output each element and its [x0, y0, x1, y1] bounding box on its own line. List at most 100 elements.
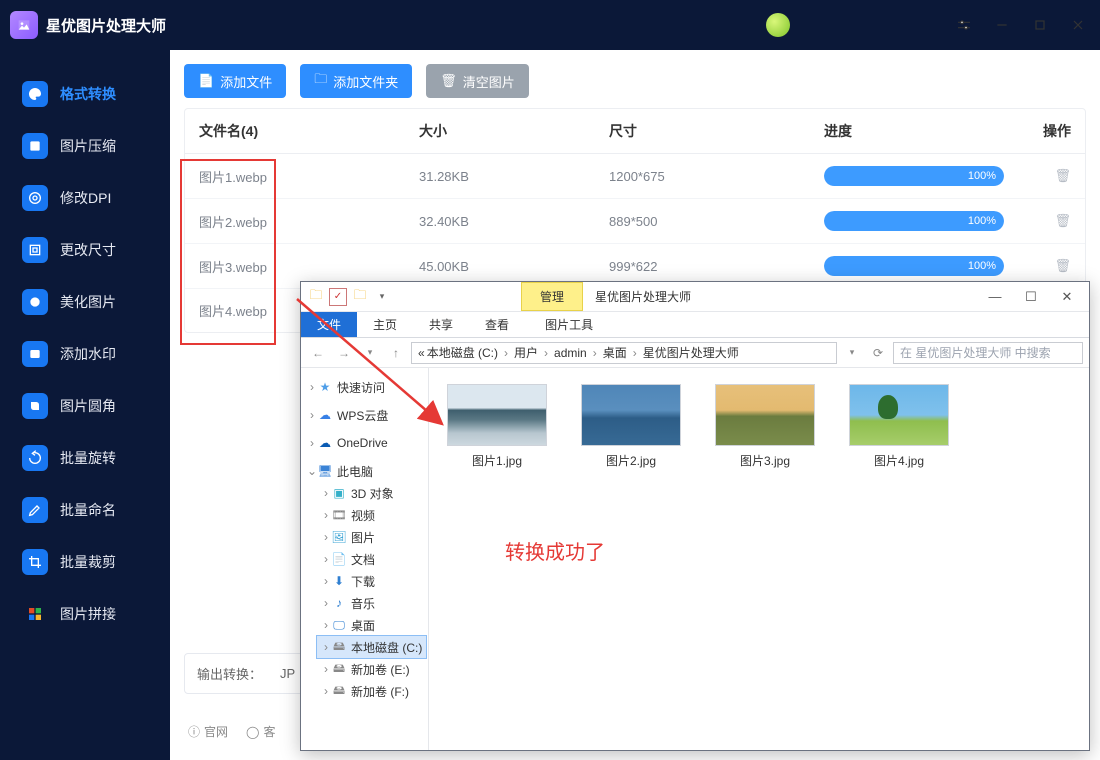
sidebar-item-stitch[interactable]: 图片拼接	[0, 588, 170, 640]
pc-icon: 🖥	[317, 464, 333, 478]
tree-item[interactable]: ›📄文档	[317, 548, 426, 570]
ribbon-tab-file[interactable]: 文件	[301, 312, 357, 337]
tree-label: 文档	[351, 551, 375, 568]
breadcrumb[interactable]: 用户	[514, 344, 538, 361]
progress-label: 100%	[824, 256, 1004, 276]
tree-item[interactable]: ›🖴新加卷 (E:)	[317, 658, 426, 680]
check-icon[interactable]: ✓	[329, 288, 347, 306]
progress-label: 100%	[824, 166, 1004, 186]
tree-wps[interactable]: ›☁WPS云盘	[303, 404, 426, 426]
stitch-icon	[22, 601, 48, 627]
th-op: 操作	[1029, 121, 1071, 141]
dpi-icon	[22, 185, 48, 211]
ribbon-tab-view[interactable]: 查看	[469, 312, 525, 337]
file-item[interactable]: 图片4.jpg	[841, 384, 957, 469]
support-icon: ◯	[246, 725, 259, 739]
tree-this-pc[interactable]: ⌄🖥此电脑	[303, 460, 426, 482]
file-item[interactable]: 图片3.jpg	[707, 384, 823, 469]
tree-label: 新加卷 (E:)	[351, 661, 410, 678]
document-icon: 📄	[331, 552, 347, 566]
tree-item[interactable]: ›♪音乐	[317, 592, 426, 614]
footer-links: ⓘ官网 ◯客	[188, 723, 275, 740]
toolbar: 📄添加文件 🗀添加文件夹 🗑清空图片	[170, 50, 1100, 106]
sidebar-item-crop[interactable]: 批量裁剪	[0, 536, 170, 588]
tree-label: 新加卷 (F:)	[351, 683, 409, 700]
tree-item[interactable]: ›▣3D 对象	[317, 482, 426, 504]
sidebar-item-label: 美化图片	[60, 292, 116, 312]
settings-icon[interactable]	[950, 11, 978, 39]
sidebar-item-rotate[interactable]: 批量旋转	[0, 432, 170, 484]
sidebar-item-format-convert[interactable]: 格式转换	[0, 68, 170, 120]
breadcrumb[interactable]: 星优图片处理大师	[643, 344, 739, 361]
picture-icon: 🖼	[331, 530, 347, 544]
ribbon-tab-share[interactable]: 共享	[413, 312, 469, 337]
trash-icon: 🗑	[440, 73, 457, 89]
up-icon[interactable]: ↑	[385, 342, 407, 364]
minimize-icon[interactable]	[988, 11, 1016, 39]
delete-icon[interactable]: 🗑	[1054, 258, 1071, 273]
breadcrumb[interactable]: 本地磁盘 (C:)	[427, 344, 498, 361]
user-avatar[interactable]	[766, 13, 790, 37]
search-input[interactable]: 在 星优图片处理大师 中搜索	[893, 342, 1083, 364]
cell-name: 图片3.webp	[199, 257, 419, 276]
official-site-link[interactable]: ⓘ官网	[188, 723, 228, 740]
quick-access-toolbar: 🗀 ✓ 🗀 ▾	[301, 282, 401, 311]
refresh-icon[interactable]: ⟳	[867, 342, 889, 364]
button-label: 添加文件夹	[333, 72, 398, 91]
back-icon[interactable]: ←	[307, 342, 329, 364]
sidebar-item-label: 添加水印	[60, 344, 116, 364]
maximize-icon[interactable]	[1026, 11, 1054, 39]
folder-icon[interactable]: 🗀	[351, 288, 369, 306]
add-file-button[interactable]: 📄添加文件	[184, 64, 286, 98]
cell-dim: 1200*675	[609, 169, 824, 184]
th-dim: 尺寸	[609, 121, 824, 141]
support-link[interactable]: ◯客	[246, 723, 275, 740]
tree-quick-access[interactable]: ›★快速访问	[303, 376, 426, 398]
close-icon[interactable]: ✕	[1049, 282, 1085, 311]
tree-item[interactable]: ›🖵桌面	[317, 614, 426, 636]
chevron-down-icon[interactable]: ▾	[841, 342, 863, 364]
sidebar-item-compress[interactable]: 图片压缩	[0, 120, 170, 172]
breadcrumb[interactable]: admin	[554, 346, 587, 360]
maximize-icon[interactable]: ☐	[1013, 282, 1049, 311]
sidebar-item-rename[interactable]: 批量命名	[0, 484, 170, 536]
explorer-titlebar: 🗀 ✓ 🗀 ▾ 管理 星优图片处理大师 — ☐ ✕	[301, 282, 1089, 312]
compress-icon	[22, 133, 48, 159]
explorer-window: 🗀 ✓ 🗀 ▾ 管理 星优图片处理大师 — ☐ ✕ 文件 主页 共享 查看 图片…	[300, 281, 1090, 751]
file-item[interactable]: 图片2.jpg	[573, 384, 689, 469]
tree-item[interactable]: ›🖼图片	[317, 526, 426, 548]
file-item[interactable]: 图片1.jpg	[439, 384, 555, 469]
drive-icon: 🖴	[331, 659, 347, 680]
round-icon	[22, 393, 48, 419]
tree-item[interactable]: ›⬇下载	[317, 570, 426, 592]
sidebar-item-resize[interactable]: 更改尺寸	[0, 224, 170, 276]
cube-icon: ▣	[331, 486, 347, 500]
add-folder-button[interactable]: 🗀添加文件夹	[300, 64, 412, 98]
sidebar-item-label: 图片拼接	[60, 604, 116, 624]
ribbon-tab-picture-tools[interactable]: 图片工具	[529, 312, 609, 337]
tree-item[interactable]: ›🎞视频	[317, 504, 426, 526]
chevron-down-icon[interactable]: ▾	[373, 288, 391, 306]
tree-item[interactable]: ›🖴本地磁盘 (C:)	[317, 636, 426, 658]
sidebar-item-label: 批量旋转	[60, 448, 116, 468]
sidebar-item-round[interactable]: 图片圆角	[0, 380, 170, 432]
ribbon-tab-home[interactable]: 主页	[357, 312, 413, 337]
forward-icon[interactable]: →	[333, 342, 355, 364]
address-bar[interactable]: « 本地磁盘 (C:)› 用户› admin› 桌面› 星优图片处理大师	[411, 342, 837, 364]
minimize-icon[interactable]: —	[977, 282, 1013, 311]
tree-onedrive[interactable]: ›☁OneDrive	[303, 432, 426, 454]
progress-label: 100%	[824, 211, 1004, 231]
close-icon[interactable]	[1064, 11, 1092, 39]
sidebar-item-beautify[interactable]: 美化图片	[0, 276, 170, 328]
sidebar-item-dpi[interactable]: 修改DPI	[0, 172, 170, 224]
sidebar-item-label: 批量裁剪	[60, 552, 116, 572]
delete-icon[interactable]: 🗑	[1054, 213, 1071, 228]
clear-button[interactable]: 🗑清空图片	[426, 64, 529, 98]
cell-name: 图片2.webp	[199, 212, 419, 231]
tree-item[interactable]: ›🖴新加卷 (F:)	[317, 680, 426, 702]
chevron-down-icon[interactable]: ▾	[359, 342, 381, 364]
output-format[interactable]: JP	[280, 666, 295, 681]
delete-icon[interactable]: 🗑	[1054, 168, 1071, 183]
sidebar-item-watermark[interactable]: 添加水印	[0, 328, 170, 380]
breadcrumb[interactable]: 桌面	[603, 344, 627, 361]
